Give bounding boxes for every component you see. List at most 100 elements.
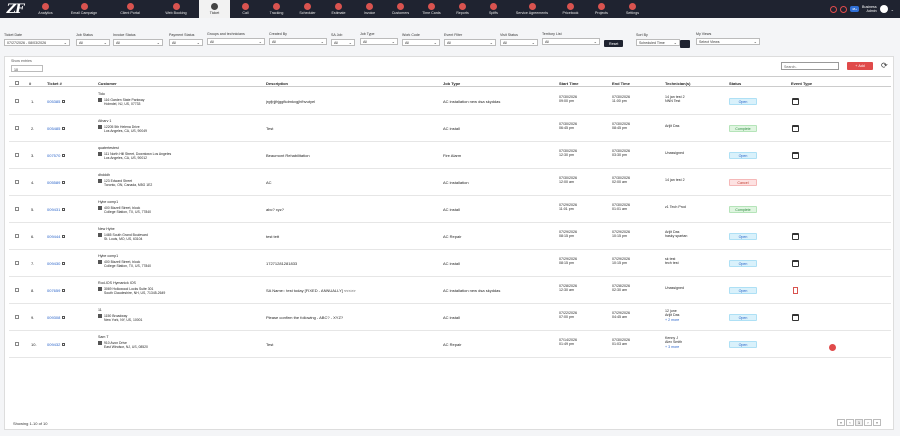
table-row[interactable]: 9. 009308 11 1150 Broadway New York, NY, … <box>9 304 891 331</box>
sort-by-select[interactable]: Scheduled Time <box>636 38 680 46</box>
table-row[interactable]: 2. 005485 Atharv 1 12205 5th Helena Driv… <box>9 115 891 142</box>
work-code-select[interactable]: All <box>402 38 440 46</box>
user-info[interactable]: Business Admin <box>862 5 877 13</box>
nav-item-service-agreements[interactable]: Service Agreements <box>509 0 555 18</box>
pdf-icon[interactable] <box>793 287 798 294</box>
calendar-icon[interactable] <box>792 98 799 105</box>
sa-job-select[interactable]: All <box>331 38 355 46</box>
customer-name[interactable]: Hybe comp1 <box>98 254 263 258</box>
status-badge[interactable]: Open <box>729 98 757 105</box>
app-logo[interactable]: ZF <box>0 0 30 18</box>
nav-item-projects[interactable]: Projects <box>586 0 617 18</box>
external-link-icon[interactable] <box>62 289 66 292</box>
row-checkbox[interactable] <box>15 207 19 211</box>
col-header-ticket[interactable]: Ticket # <box>47 81 62 86</box>
external-link-icon[interactable] <box>62 154 66 157</box>
invoice-status-select[interactable]: All <box>113 38 163 46</box>
customer-name[interactable]: quatertestest <box>98 146 263 150</box>
nav-item-web-booking[interactable]: Web Booking <box>153 0 199 18</box>
show-entries-select[interactable]: 10 <box>11 65 43 72</box>
col-header-customer[interactable]: Customer <box>98 81 117 86</box>
reset-button[interactable]: Reset <box>604 40 624 47</box>
payment-status-select[interactable]: All <box>169 38 203 46</box>
visit-status-select[interactable]: All <box>500 38 538 46</box>
customer-name[interactable]: New Hybe <box>98 227 263 231</box>
ticket-link[interactable]: 005385 <box>47 99 66 104</box>
table-row[interactable]: 6. 009444 New Hybe 1465 South Grand Boul… <box>9 223 891 250</box>
row-checkbox[interactable] <box>15 99 19 103</box>
nav-item-pricebook[interactable]: Pricebook <box>555 0 586 18</box>
search-input[interactable]: Search.. <box>781 62 839 70</box>
ticket-link[interactable]: 009308 <box>47 315 66 320</box>
clock-icon[interactable] <box>839 5 847 13</box>
col-header-status[interactable]: Status <box>729 81 741 86</box>
row-checkbox[interactable] <box>15 315 19 319</box>
customer-name[interactable]: Tido <box>98 92 263 96</box>
row-checkbox[interactable] <box>15 288 19 292</box>
nav-item-spiffs[interactable]: Spiffs <box>478 0 509 18</box>
status-badge[interactable]: Open <box>729 152 757 159</box>
row-checkbox[interactable] <box>15 234 19 238</box>
external-link-icon[interactable] <box>62 208 66 211</box>
status-badge[interactable]: Open <box>729 260 757 267</box>
nav-item-estimate[interactable]: Estimate <box>323 0 354 18</box>
external-link-icon[interactable] <box>62 181 66 184</box>
ticket-link[interactable]: 009430 <box>47 261 66 266</box>
ticket-date-input[interactable]: 07/27/2026 - 08/03/2026 <box>4 38 70 46</box>
table-row[interactable]: 10. 009432 Sam T 910 Avon Drive East Wind… <box>9 331 891 358</box>
status-badge[interactable]: Open <box>729 233 757 240</box>
job-status-select[interactable]: All <box>76 38 110 46</box>
my-views-select[interactable]: Select Views <box>696 37 760 45</box>
customer-name[interactable]: dhdddh <box>98 173 263 177</box>
status-badge[interactable]: Open <box>729 287 757 294</box>
created-by-select[interactable]: All <box>269 37 327 45</box>
ticket-link[interactable]: 005589 <box>47 180 66 185</box>
ticket-link[interactable]: 007659 <box>47 288 66 293</box>
external-link-icon[interactable] <box>62 316 66 319</box>
col-header-technicians[interactable]: Technician(s) <box>665 81 691 86</box>
ticket-link[interactable]: 009444 <box>47 234 66 239</box>
nav-item-customers[interactable]: Customers <box>385 0 416 18</box>
status-badge[interactable]: Complete <box>729 125 757 132</box>
nav-item-scheduler[interactable]: Scheduler <box>292 0 323 18</box>
table-row[interactable]: 5. 009431 Hybe comp1 400 Bizzell Street,… <box>9 196 891 223</box>
alert-icon[interactable] <box>829 344 836 351</box>
territory-list-select[interactable]: All <box>542 37 600 45</box>
row-checkbox[interactable] <box>15 153 19 157</box>
row-checkbox[interactable] <box>15 342 19 346</box>
more-technicians-link[interactable]: + 2 more <box>665 318 679 322</box>
nav-item-ticket[interactable]: Ticket <box>199 0 230 18</box>
ticket-link[interactable]: 005485 <box>47 126 66 131</box>
external-link-icon[interactable] <box>62 343 66 346</box>
table-row[interactable]: 1. 005385 Tido 116 Garden State Parkway H… <box>9 88 891 115</box>
table-row[interactable]: 8. 007659 Rod-IOS Hymanick IOS 3069 Holl… <box>9 277 891 304</box>
first-page-button[interactable]: « <box>837 419 845 426</box>
avatar[interactable] <box>879 5 888 13</box>
calendar-icon[interactable] <box>792 233 799 240</box>
last-page-button[interactable]: » <box>873 419 881 426</box>
refresh-icon[interactable]: ⟳ <box>881 61 888 70</box>
job-type-select[interactable]: All <box>360 37 398 45</box>
nav-item-invoice[interactable]: Invoice <box>354 0 385 18</box>
row-checkbox[interactable] <box>15 126 19 130</box>
calendar-icon[interactable] <box>792 125 799 132</box>
nav-item-email-campaign[interactable]: Email Campaign <box>61 0 107 18</box>
event-filter-select[interactable]: All <box>444 38 496 46</box>
row-checkbox[interactable] <box>15 180 19 184</box>
chevron-down-icon[interactable]: ⌄ <box>891 7 894 12</box>
customer-name[interactable]: 11 <box>98 308 263 312</box>
external-link-icon[interactable] <box>62 262 66 265</box>
col-header-description[interactable]: Description <box>266 81 288 86</box>
groups-technicians-select[interactable]: All <box>207 37 265 45</box>
more-technicians-link[interactable]: + 3 more <box>665 345 682 349</box>
status-badge[interactable]: Open <box>729 314 757 321</box>
notification-icon[interactable] <box>829 5 837 13</box>
nav-item-call[interactable]: Call <box>230 0 261 18</box>
col-header-event-type[interactable]: Event Type <box>791 81 812 86</box>
sort-order-button[interactable] <box>680 39 690 48</box>
ticket-link[interactable]: 009431 <box>47 207 66 212</box>
add-ticket-button[interactable]: + Add <box>847 62 873 70</box>
page-button[interactable]: 1 <box>855 419 863 426</box>
col-header-start-time[interactable]: Start Time <box>559 81 579 86</box>
ticket-link[interactable]: 009432 <box>47 342 66 347</box>
